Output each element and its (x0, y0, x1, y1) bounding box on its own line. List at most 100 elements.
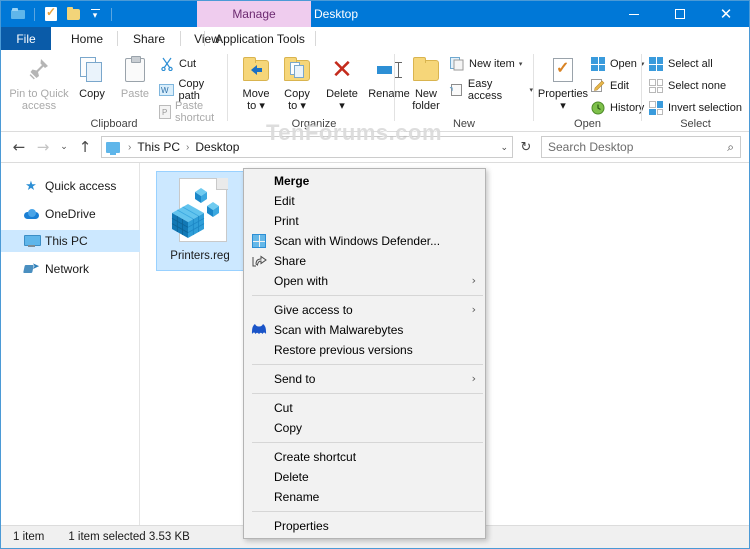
context-menu-separator-5 (252, 511, 483, 512)
address-bar: ← → ⌄ ↑ › This PC › Desktop ⌄ ↻ Search D… (1, 132, 749, 162)
history-button[interactable]: History (590, 100, 644, 116)
defender-icon (251, 233, 267, 249)
new-group-label: New (452, 118, 475, 130)
sidebar-item-network[interactable]: Network (1, 258, 140, 280)
forward-button[interactable]: → (31, 135, 55, 159)
context-menu-item-copy[interactable]: Copy (244, 418, 485, 438)
this-pc-label: This PC (45, 234, 88, 248)
network-icon (23, 261, 40, 277)
back-button[interactable]: ← (7, 135, 31, 159)
this-pc-icon (106, 141, 120, 155)
context-menu-separator-2 (252, 364, 483, 365)
edit-button[interactable]: Edit (590, 78, 629, 94)
sidebar-item-onedrive[interactable]: OneDrive (1, 203, 140, 225)
new-item-caret[interactable]: ▾ (519, 61, 523, 68)
invert-selection-label: Invert selection (668, 102, 742, 114)
open-button[interactable]: Open ▾ (590, 56, 644, 72)
tab-file[interactable]: File (1, 27, 51, 50)
paste-icon (125, 53, 145, 87)
pin-to-quick-access-button[interactable]: Pin to Quick access (7, 53, 71, 112)
open-label: Open (610, 58, 637, 70)
navigation-pane: ★ Quick access OneDrive This PC Network (1, 163, 140, 526)
copy-path-button[interactable]: W Copy path (159, 78, 227, 102)
properties-line1: Properties (537, 88, 589, 100)
new-folder-button[interactable]: New folder (403, 53, 449, 112)
select-all-button[interactable]: Select all (648, 56, 713, 72)
recent-locations-button[interactable]: ⌄ (55, 135, 73, 159)
breadcrumb[interactable]: › This PC › Desktop ⌄ (101, 136, 513, 158)
quick-access-toolbar: ▾ (1, 1, 117, 27)
context-menu-item-share[interactable]: Share (244, 251, 485, 271)
context-menu-item-open-with[interactable]: Open with › (244, 271, 485, 291)
context-menu-item-give-access-to[interactable]: Give access to › (244, 300, 485, 320)
context-menu-item-properties[interactable]: Properties (244, 516, 485, 536)
delete-x-icon: ✕ (331, 55, 353, 85)
tab-share[interactable]: Share (118, 27, 180, 50)
context-menu-item-restore-previous-versions[interactable]: Restore previous versions (244, 340, 485, 360)
cut-button[interactable]: Cut (159, 56, 196, 72)
tab-manage[interactable]: Manage (197, 1, 311, 27)
copy-to-icon (284, 53, 310, 87)
context-menu-item-send-to[interactable]: Send to › (244, 369, 485, 389)
move-to-button[interactable]: Move to ▾ (236, 53, 276, 112)
crumb-separator-0: › (128, 141, 132, 153)
properties-icon[interactable] (40, 3, 62, 25)
breadcrumb-dropdown-icon[interactable]: ⌄ (500, 142, 508, 153)
tab-home[interactable]: Home (57, 27, 117, 50)
share-icon (251, 253, 267, 269)
new-item-button[interactable]: New item ▾ (449, 56, 522, 72)
delete-button[interactable]: ✕ Delete ▾ (320, 53, 364, 112)
context-menu-item-scan-windows-defender[interactable]: Scan with Windows Defender... (244, 231, 485, 251)
properties-button[interactable]: Properties ▾ (536, 53, 590, 112)
paste-button[interactable]: Paste (113, 53, 157, 100)
crumb-separator-1: › (186, 141, 190, 153)
copy-to-button[interactable]: Copy to ▾ (276, 53, 318, 112)
quick-access-label: Quick access (45, 179, 117, 193)
copy-button[interactable]: Copy (71, 53, 113, 100)
refresh-button[interactable]: ↻ (515, 136, 537, 158)
context-menu-item-print[interactable]: Print (244, 211, 485, 231)
pin-label-line1: Pin to Quick (9, 88, 69, 100)
svg-text:P: P (162, 108, 167, 117)
file-explorer-window: ▾ Manage Desktop ✕ File Home Share (0, 0, 750, 549)
ribbon: Pin to Quick access Copy Paste Cut W Cop… (1, 50, 749, 132)
star-icon: ★ (25, 178, 37, 194)
context-menu-item-delete[interactable]: Delete (244, 467, 485, 487)
context-menu-item-merge[interactable]: Merge (244, 171, 485, 191)
minimize-button[interactable] (611, 1, 657, 27)
sidebar-item-quick-access[interactable]: ★ Quick access (1, 175, 140, 197)
maximize-button[interactable] (657, 1, 703, 27)
manage-tab-label: Manage (232, 7, 276, 21)
close-button[interactable]: ✕ (703, 1, 749, 27)
context-menu-separator-3 (252, 393, 483, 394)
select-all-label: Select all (668, 58, 713, 70)
search-icon[interactable]: ⌕ (727, 140, 734, 155)
breadcrumb-item-desktop[interactable]: Desktop (195, 140, 239, 154)
context-menu-item-rename[interactable]: Rename (244, 487, 485, 507)
edit-icon (590, 78, 606, 94)
window-title: Desktop (314, 7, 359, 21)
context-menu-item-cut[interactable]: Cut (244, 398, 485, 418)
invert-selection-icon (648, 100, 664, 116)
history-label: History (610, 102, 645, 114)
file-item-printers-reg[interactable]: Printers.reg (156, 171, 244, 271)
file-item-label: Printers.reg (170, 250, 230, 262)
new-item-label: New item (469, 58, 515, 70)
sidebar-item-this-pc[interactable]: This PC (1, 230, 140, 252)
search-input[interactable]: Search Desktop ⌕ (541, 136, 741, 158)
registry-file-icon (171, 178, 229, 248)
breadcrumb-item-this-pc[interactable]: This PC (137, 140, 180, 154)
new-folder-icon[interactable] (62, 3, 84, 25)
qat-divider (34, 7, 35, 21)
context-menu-item-edit[interactable]: Edit (244, 191, 485, 211)
tab-application-tools[interactable]: Application Tools (206, 27, 314, 50)
context-menu-item-create-shortcut[interactable]: Create shortcut (244, 447, 485, 467)
up-button[interactable]: ↑ (73, 135, 97, 159)
new-folder-icon (413, 53, 439, 87)
explorer-icon[interactable] (7, 3, 29, 25)
context-menu-item-scan-malwarebytes[interactable]: Scan with Malwarebytes (244, 320, 485, 340)
select-none-button[interactable]: Select none (648, 78, 726, 94)
invert-selection-button[interactable]: Invert selection (648, 100, 742, 116)
customize-icon[interactable]: ▾ (84, 3, 106, 25)
easy-access-button[interactable]: Easy access ▾ (449, 78, 533, 102)
